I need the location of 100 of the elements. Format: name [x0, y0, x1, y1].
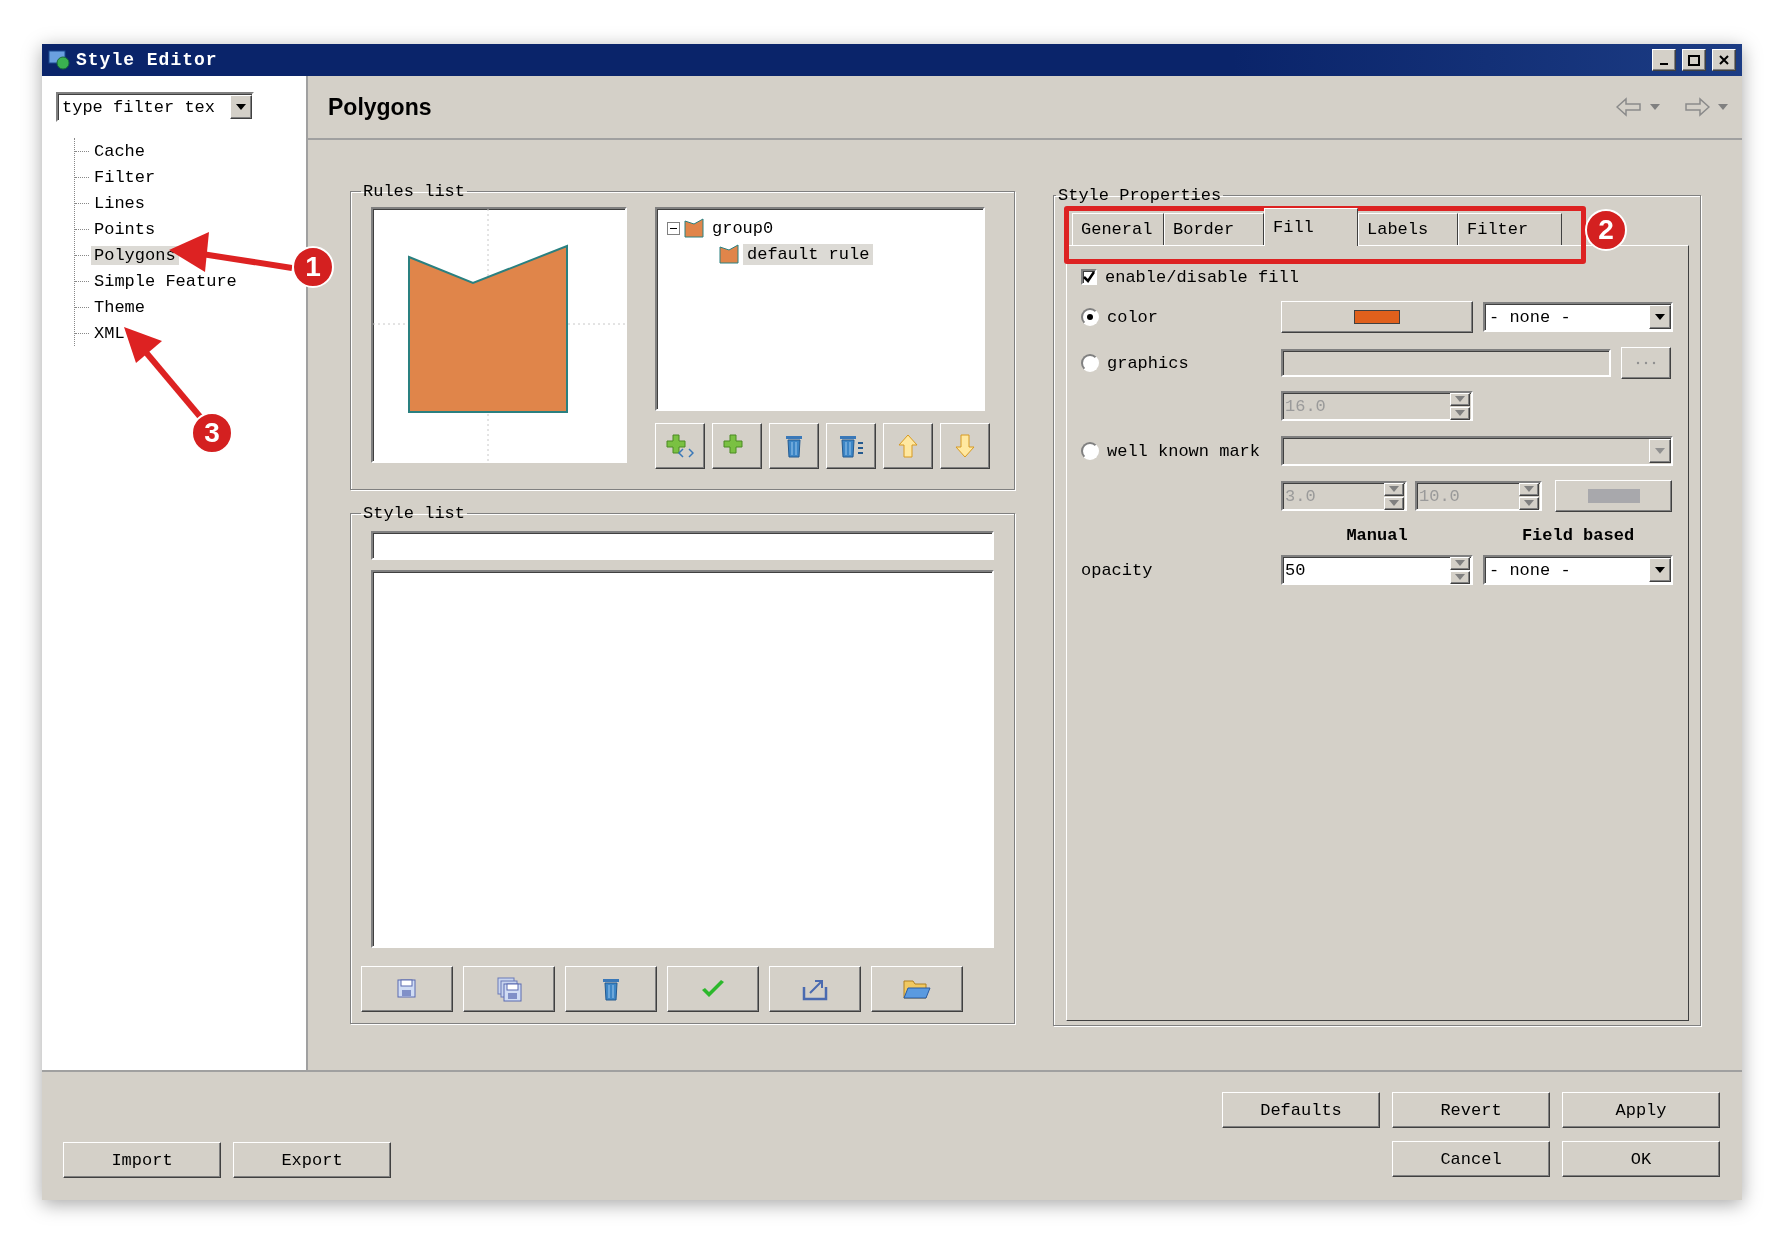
save-button[interactable] — [361, 966, 453, 1012]
tree-item[interactable]: Filter — [91, 167, 159, 187]
plus-brackets-icon — [666, 433, 694, 459]
step-down-button[interactable] — [1450, 406, 1470, 420]
close-icon — [1719, 55, 1729, 65]
step-up-button[interactable] — [1450, 556, 1470, 570]
dropdown-button[interactable] — [1649, 305, 1671, 329]
trash-icon — [601, 976, 621, 1002]
group-title: Style Properties — [1057, 186, 1223, 205]
trash-list-icon — [838, 433, 864, 459]
step-up-button[interactable] — [1450, 392, 1470, 406]
radio-label: well known mark — [1107, 441, 1261, 461]
folder-icon — [903, 978, 931, 1000]
column-header: Field based — [1520, 525, 1636, 545]
collapse-toggle[interactable] — [667, 221, 680, 235]
down-caret-icon — [1455, 410, 1465, 416]
dropdown-icon — [1655, 448, 1665, 454]
dialog-button[interactable]: Cancel — [1392, 1141, 1550, 1177]
opacity-field-dropdown[interactable]: - none - — [1483, 555, 1673, 585]
step-down-button[interactable] — [1450, 570, 1470, 584]
tree-item[interactable]: Lines — [91, 193, 148, 213]
tree-item[interactable]: Simple Feature — [91, 271, 240, 291]
arrow-down-icon — [954, 433, 976, 459]
dialog-button[interactable]: OK — [1562, 1141, 1720, 1177]
down-caret-icon — [1455, 574, 1465, 580]
page-title: Polygons — [328, 93, 433, 121]
open-button[interactable] — [871, 966, 963, 1012]
minimize-icon — [1660, 63, 1668, 65]
window-title: Style Editor — [76, 50, 219, 70]
delete-button[interactable] — [565, 966, 657, 1012]
group-title: Rules list — [362, 182, 467, 201]
add-group-button[interactable] — [655, 423, 705, 469]
opacity-spinner[interactable]: 50 — [1281, 555, 1473, 585]
tree-item[interactable]: group0 — [708, 217, 778, 239]
step-down-button[interactable] — [1519, 496, 1539, 510]
tab[interactable]: Fill — [1264, 208, 1358, 246]
tree-item[interactable]: XML — [91, 323, 128, 343]
polygon-icon — [684, 218, 704, 238]
polygon-icon — [719, 244, 739, 264]
checkbox-label: enable/disable fill — [1105, 267, 1299, 287]
delete-button[interactable] — [769, 423, 819, 469]
dialog-button[interactable]: Apply — [1562, 1092, 1720, 1128]
tab[interactable]: Border — [1164, 213, 1264, 245]
callout-number: 2 — [1585, 209, 1627, 251]
callout-number: 1 — [292, 246, 334, 288]
radio-label: color — [1107, 307, 1158, 327]
column-header: Manual — [1345, 525, 1409, 545]
step-up-button[interactable] — [1384, 482, 1404, 496]
tree-item[interactable]: default rule — [743, 243, 874, 265]
maximize-button[interactable] — [1682, 49, 1706, 71]
radio-label: graphics — [1107, 353, 1189, 373]
dialog-button[interactable]: Revert — [1392, 1092, 1550, 1128]
style-name-field[interactable] — [371, 531, 994, 560]
field-label: opacity — [1081, 560, 1153, 580]
dropdown-icon — [236, 104, 246, 110]
minimize-button[interactable] — [1652, 49, 1676, 71]
dropdown-button[interactable] — [1649, 558, 1671, 582]
tree-item[interactable]: Polygons — [91, 245, 179, 265]
dropdown-icon — [1655, 567, 1665, 573]
step-up-button[interactable] — [1519, 482, 1539, 496]
filter-field[interactable]: type filter tex — [56, 92, 254, 122]
color-button[interactable] — [1281, 301, 1473, 333]
down-caret-icon — [1524, 500, 1534, 506]
dropdown-icon — [1655, 314, 1665, 320]
tree-item[interactable]: Cache — [91, 141, 148, 161]
delete-all-button[interactable] — [826, 423, 876, 469]
add-rule-button[interactable] — [712, 423, 762, 469]
color-swatch — [1354, 310, 1400, 324]
checkbox[interactable] — [1081, 269, 1097, 285]
move-up-button[interactable] — [883, 423, 933, 469]
color-swatch — [1587, 489, 1640, 503]
maximize-icon — [1688, 54, 1700, 66]
color-field-dropdown[interactable]: - none - — [1483, 302, 1673, 332]
tree-item[interactable]: Points — [91, 219, 159, 239]
trash-icon — [784, 433, 804, 459]
checkmark-icon — [700, 979, 726, 999]
radio-button[interactable] — [1081, 308, 1099, 326]
browse-button[interactable] — [1621, 347, 1671, 379]
arrow-up-icon — [897, 433, 919, 459]
down-caret-icon — [1389, 500, 1399, 506]
move-down-button[interactable] — [940, 423, 990, 469]
save-as-button[interactable] — [463, 966, 555, 1012]
tab[interactable]: General — [1072, 213, 1164, 245]
dialog-button[interactable]: Export — [233, 1142, 391, 1178]
mark-color-button[interactable] — [1555, 480, 1672, 512]
apply-button[interactable] — [667, 966, 759, 1012]
step-down-button[interactable] — [1384, 496, 1404, 510]
close-button[interactable] — [1712, 49, 1736, 71]
tab[interactable]: Labels — [1358, 213, 1458, 245]
group-title: Style list — [362, 504, 467, 523]
floppy-disks-icon — [496, 976, 522, 1002]
dialog-button[interactable]: Import — [63, 1142, 221, 1178]
dialog-button[interactable]: Defaults — [1222, 1092, 1380, 1128]
dropdown-button[interactable] — [230, 95, 252, 119]
export-button[interactable] — [769, 966, 861, 1012]
tab[interactable]: Filter — [1458, 213, 1562, 245]
caret-icon — [1650, 104, 1660, 110]
checkmark-icon — [1083, 271, 1095, 283]
tree-item[interactable]: Theme — [91, 297, 148, 317]
export-icon — [801, 977, 829, 1001]
